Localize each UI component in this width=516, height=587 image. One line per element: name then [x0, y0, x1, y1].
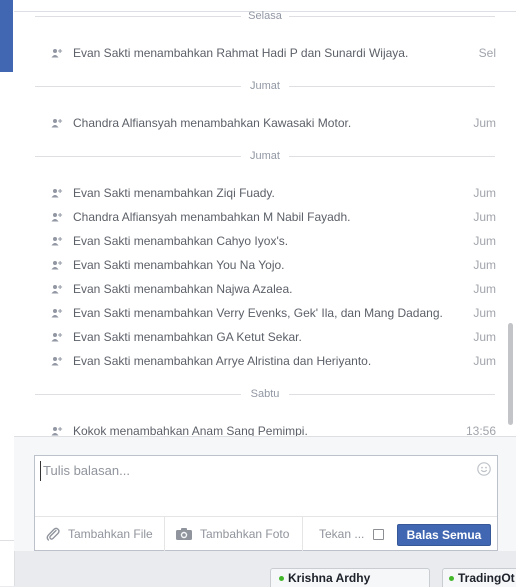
online-status-dot [449, 575, 454, 581]
event-text: Evan Sakti menambahkan Verry Evenks, Gek… [73, 306, 443, 320]
add-photo-button[interactable]: Tambahkan Foto [200, 517, 289, 551]
thread-scrollbar[interactable] [508, 323, 513, 425]
chat-tab-name: Krishna Ardhy [288, 571, 371, 585]
event-text: Evan Sakti menambahkan Cahyo Iyox's. [73, 234, 289, 248]
event-time: Sel [478, 46, 496, 60]
reply-input[interactable]: Tulis balasan... [40, 461, 463, 481]
thread-event: Evan Sakti menambahkan Najwa Azalea. Jum [51, 280, 496, 298]
event-text: Evan Sakti menambahkan Najwa Azalea. [73, 282, 293, 296]
date-separator: Sabtu [35, 387, 495, 401]
add-person-icon [51, 427, 63, 436]
chat-tab[interactable]: TradingOt [442, 568, 516, 587]
left-accent-bar [0, 0, 13, 72]
event-text: Chandra Alfiansyah menambahkan Kawasaki … [73, 116, 352, 130]
event-time: Jum [473, 306, 496, 320]
event-time: Jum [473, 186, 496, 200]
event-time: Jum [473, 116, 496, 130]
event-time: Jum [473, 258, 496, 272]
add-person-icon [51, 285, 63, 294]
add-person-icon [51, 189, 63, 198]
event-text: Kokok menambahkan Anam Sang Pemimpi. [73, 424, 308, 436]
add-person-icon [51, 213, 63, 222]
event-text: Chandra Alfiansyah menambahkan M Nabil F… [73, 210, 351, 224]
thread-event: Evan Sakti menambahkan GA Ketut Sekar. J… [51, 328, 496, 346]
add-person-icon [51, 49, 63, 58]
message-thread[interactable]: Selasa Evan Sakti menambahkan Rahmat Had… [14, 0, 516, 436]
event-time: Jum [473, 234, 496, 248]
thread-event: Evan Sakti menambahkan Arrye Alristina d… [51, 352, 496, 370]
thread-event: Evan Sakti menambahkan Ziqi Fuady. Jum [51, 184, 496, 202]
thread-event: Chandra Alfiansyah menambahkan M Nabil F… [51, 208, 496, 226]
composer-toolbar: Tambahkan File Tambahkan Foto Tekan ... … [35, 516, 497, 551]
date-separator-label: Sabtu [250, 388, 280, 400]
date-separator: Selasa [35, 9, 495, 23]
chat-tab-name: TradingOt [458, 571, 515, 585]
event-text: Evan Sakti menambahkan You Na Yojo. [73, 258, 285, 272]
date-separator-label: Jumat [250, 150, 280, 162]
thread-event: Evan Sakti menambahkan You Na Yojo. Jum [51, 256, 496, 274]
event-text: Evan Sakti menambahkan Arrye Alristina d… [73, 354, 372, 368]
add-person-icon [51, 261, 63, 270]
event-time: Jum [473, 354, 496, 368]
add-person-icon [51, 119, 63, 128]
thread-event: Evan Sakti menambahkan Cahyo Iyox's. Jum [51, 232, 496, 250]
date-separator-label: Selasa [248, 10, 282, 22]
conversation-panel: Selasa Evan Sakti menambahkan Rahmat Had… [14, 0, 516, 551]
left-divider [0, 540, 14, 541]
press-enter-label: Tekan ... [319, 527, 365, 541]
chat-tab[interactable]: Krishna Ardhy [270, 568, 430, 587]
add-person-icon [51, 309, 63, 318]
thread-event: Kokok menambahkan Anam Sang Pemimpi. 13:… [51, 422, 496, 436]
press-enter-checkbox[interactable] [373, 529, 384, 540]
thread-event: Evan Sakti menambahkan Rahmat Hadi P dan… [51, 44, 496, 62]
date-separator: Jumat [35, 79, 495, 93]
event-text: Evan Sakti menambahkan GA Ketut Sekar. [73, 330, 302, 344]
thread-event: Evan Sakti menambahkan Verry Evenks, Gek… [51, 304, 496, 322]
add-file-button[interactable]: Tambahkan File [68, 517, 153, 551]
reply-composer: Tulis balasan... Tambahkan File Tambahka… [14, 436, 516, 551]
add-person-icon [51, 357, 63, 366]
paperclip-icon [46, 527, 60, 541]
event-time: 13:56 [465, 424, 496, 436]
reply-box: Tulis balasan... Tambahkan File Tambahka… [34, 455, 498, 551]
left-column [0, 0, 15, 586]
date-separator-label: Jumat [250, 80, 280, 92]
add-person-icon [51, 333, 63, 342]
online-status-dot [279, 575, 284, 581]
emoji-icon[interactable] [477, 462, 491, 476]
add-person-icon [51, 237, 63, 246]
event-text: Evan Sakti menambahkan Rahmat Hadi P dan… [73, 46, 409, 60]
event-time: Jum [473, 282, 496, 296]
camera-icon [176, 528, 192, 540]
reply-all-button[interactable]: Balas Semua [397, 524, 491, 546]
date-separator: Jumat [35, 149, 495, 163]
event-time: Jum [473, 210, 496, 224]
event-time: Jum [473, 330, 496, 344]
thread-event: Chandra Alfiansyah menambahkan Kawasaki … [51, 114, 496, 132]
event-text: Evan Sakti menambahkan Ziqi Fuady. [73, 186, 275, 200]
